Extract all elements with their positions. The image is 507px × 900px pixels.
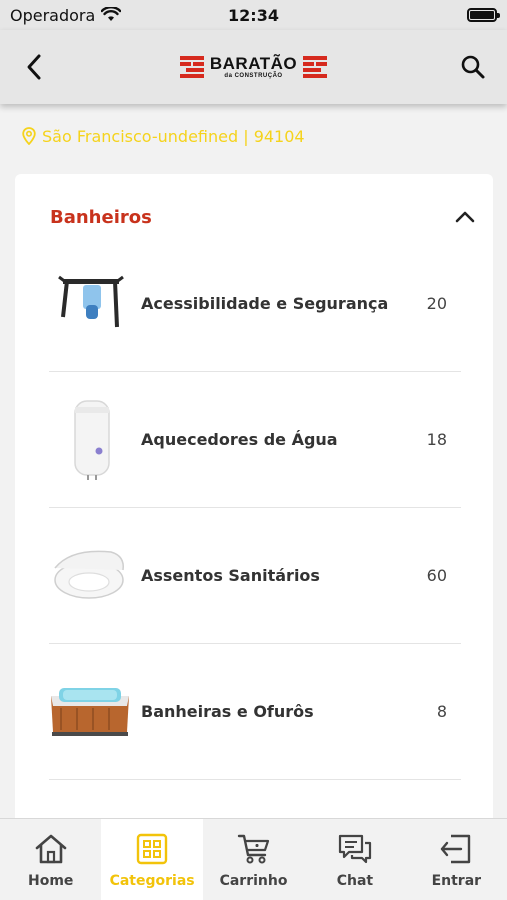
brick-logo-icon [303, 56, 328, 78]
carrier-name: Operadora [10, 5, 96, 25]
status-bar: Operadora 12:34 [0, 0, 507, 30]
app-header: BARATÃO da CONSTRUÇÃO [0, 30, 507, 104]
nav-label: Carrinho [219, 873, 288, 889]
wifi-icon [101, 7, 122, 21]
item-label: Assentos Sanitários [141, 566, 320, 585]
item-count: 60 [426, 566, 447, 585]
category-card: Banheiros Acessibilidade e Segurança 20 [15, 174, 493, 834]
brand-logo: BARATÃO da CONSTRUÇÃO [179, 55, 328, 79]
logo-main-text: BARATÃO [209, 54, 298, 73]
bottom-nav: Home Categorias Carrinho Chat Entrar [0, 818, 507, 900]
list-item[interactable]: Acessibilidade e Segurança 20 [49, 236, 461, 372]
nav-carrinho[interactable]: Carrinho [203, 819, 304, 900]
location-selector[interactable]: São Francisco-undefined | 94104 [22, 124, 305, 148]
cart-icon [236, 831, 272, 867]
search-button[interactable] [455, 49, 491, 85]
item-count: 18 [426, 430, 447, 449]
item-label: Banheiras e Ofurôs [141, 702, 314, 721]
chevron-left-icon [27, 54, 41, 80]
item-count: 20 [426, 294, 447, 313]
water-heater-icon [74, 399, 110, 480]
nav-home[interactable]: Home [0, 819, 101, 900]
bathtub-icon [51, 687, 129, 736]
nav-label: Categorias [109, 873, 195, 889]
nav-categorias[interactable]: Categorias [101, 819, 203, 900]
item-thumbnail [49, 399, 131, 481]
login-icon [438, 831, 474, 867]
logo-sub-text: da CONSTRUÇÃO [224, 73, 283, 79]
list-item[interactable]: Aquecedores de Água 18 [49, 372, 461, 508]
list-item[interactable]: Banheiras e Ofurôs 8 [49, 644, 461, 780]
chat-icon [337, 831, 373, 867]
category-header[interactable]: Banheiros [50, 202, 475, 232]
toilet-seat-icon [54, 550, 124, 599]
clock: 12:34 [228, 5, 279, 25]
location-text: São Francisco-undefined | 94104 [42, 126, 305, 146]
nav-label: Chat [336, 873, 374, 889]
item-thumbnail [49, 263, 131, 345]
brick-logo-icon [179, 56, 204, 78]
item-label: Acessibilidade e Segurança [141, 294, 389, 313]
grab-bar-icon [58, 275, 124, 327]
home-icon [33, 831, 69, 867]
nav-label: Home [27, 873, 74, 889]
item-label: Aquecedores de Água [141, 430, 338, 449]
battery-icon [467, 8, 500, 22]
item-thumbnail [49, 671, 131, 753]
nav-chat[interactable]: Chat [304, 819, 405, 900]
nav-entrar[interactable]: Entrar [406, 819, 507, 900]
list-item[interactable]: Assentos Sanitários 60 [49, 508, 461, 644]
status-left: Operadora [10, 5, 122, 25]
categories-icon [134, 831, 170, 867]
category-title: Banheiros [50, 206, 152, 228]
logo-text: BARATÃO da CONSTRUÇÃO [210, 55, 297, 79]
nav-label: Entrar [431, 873, 482, 889]
item-thumbnail [49, 535, 131, 617]
back-button[interactable] [16, 49, 52, 85]
location-pin-icon [22, 127, 36, 145]
search-icon [461, 55, 485, 79]
item-count: 8 [436, 702, 447, 721]
chevron-up-icon[interactable] [455, 210, 475, 224]
